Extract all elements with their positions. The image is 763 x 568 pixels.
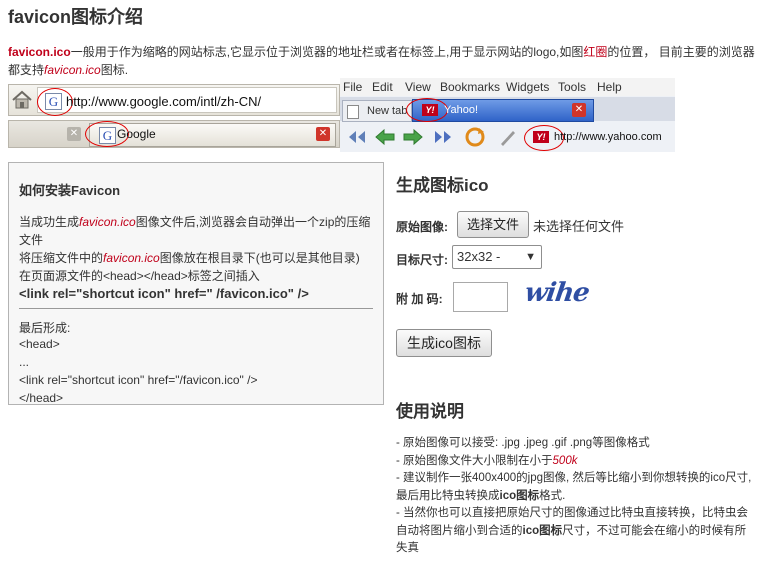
usage-line-4: - 当然你也可以直接把原始尺寸的图像通过比特虫直接转换，比特虫会自动将图片缩小到… (396, 505, 752, 558)
intro-favicon-term: favicon.ico (8, 45, 71, 59)
yahoo-tab-close-icon: ✕ (572, 103, 586, 117)
captcha-image[interactable]: wihe (523, 278, 591, 308)
install-instructions-box: 如何安装Favicon 当成功生成favicon.ico图像文件后,浏览器会自动… (8, 162, 384, 405)
usage-title: 使用说明 (396, 402, 464, 421)
chevron-down-icon: ▼ (525, 251, 536, 263)
install-link-tag: <link rel="shortcut icon" href=" /favico… (19, 286, 309, 301)
install-code-line: <link rel="shortcut icon" href="/favicon… (19, 373, 258, 387)
forward-arrow-icon (403, 128, 423, 146)
usage-line3-bold: ico图标 (499, 489, 540, 502)
fast-forward-icon (435, 131, 451, 143)
generate-ico-button[interactable]: 生成ico图标 (396, 329, 492, 357)
install-line1-file: favicon.ico (79, 215, 136, 229)
target-size-label: 目标尺寸: (396, 253, 448, 267)
intro-text-3: 图标. (100, 63, 129, 77)
install-line-3: 在页面源文件的<head></head>标签之间插入 (19, 269, 260, 283)
home-icon (11, 89, 33, 111)
install-divider (19, 308, 373, 309)
google-address-bar: G http://www.google.com/intl/zh-CN/ (8, 84, 340, 116)
install-line2-file: favicon.ico (103, 251, 160, 265)
generator-title: 生成图标ico (396, 176, 489, 195)
back-back-icon (349, 131, 365, 143)
menu-bar: File Edit View Bookmarks Widgets Tools H… (340, 78, 675, 96)
menu-view: View (405, 80, 431, 94)
usage-size-limit: 500k (552, 454, 578, 467)
usage-line-2: - 原始图像文件大小限制在小于500k (396, 453, 752, 471)
edit-pen-icon (501, 131, 515, 146)
usage-line3-end: 格式. (539, 489, 566, 502)
install-line1-b: 图像文件后,浏览器会自动弹出一个zip的压缩 (135, 215, 371, 229)
usage-line2-text: - 原始图像文件大小限制在小于 (396, 454, 553, 467)
intro-paragraph: favicon.ico一般用于作为缩略的网站标志,它显示位于浏览器的地址栏或者在… (8, 43, 758, 79)
menu-widgets: Widgets (506, 80, 550, 94)
page-title: favicon图标介绍 (8, 7, 144, 27)
new-tab-label: New tab (367, 105, 408, 117)
yahoo-browser-screenshot: File Edit View Bookmarks Widgets Tools H… (340, 78, 675, 152)
install-title: 如何安装Favicon (19, 183, 121, 198)
choose-file-button[interactable]: 选择文件 (457, 211, 529, 238)
install-code-line: ... (19, 355, 30, 369)
install-line-1c: 文件 (19, 233, 44, 247)
install-line2-b: 图像放在根目录下(也可以是其他目录) (159, 251, 360, 265)
menu-tools: Tools (558, 80, 587, 94)
captcha-label: 附 加 码: (396, 292, 443, 306)
google-browser-screenshot: G http://www.google.com/intl/zh-CN/ ✕ G … (8, 80, 340, 148)
captcha-input[interactable] (453, 282, 508, 312)
tab-close-red-icon: ✕ (316, 127, 330, 141)
usage-line3-text: - 建议制作一张400x400的jpg图像, 然后等比缩小到你想转换的ico尺寸… (396, 472, 752, 502)
intro-file-term: favicon.ico (44, 63, 101, 77)
google-url-text: http://www.google.com/intl/zh-CN/ (66, 94, 262, 109)
menu-edit: Edit (372, 80, 393, 94)
install-code-line: <head> (19, 337, 60, 351)
usage-line4-bold: ico图标 (522, 524, 563, 537)
reload-icon (465, 127, 485, 147)
yahoo-tab-highlight-circle (406, 98, 448, 122)
target-size-value: 32x32 - (457, 249, 501, 264)
intro-text-1: 一般用于作为缩略的网站标志,它显示位于浏览器的地址栏或者在标签上,用于显示网站的… (70, 45, 584, 59)
menu-help: Help (597, 80, 622, 94)
original-image-label: 原始图像: (396, 220, 448, 234)
back-arrow-icon (375, 128, 395, 146)
intro-red-circle-text: 红圈 (583, 45, 608, 59)
new-tab-page-icon (347, 105, 359, 119)
google-tab-title: Google (117, 127, 156, 141)
yahoo-toolbar: Y! http://www.yahoo.com (340, 123, 675, 151)
yahoo-tab-strip: New tab Y! Yahoo! ✕ (340, 97, 675, 122)
install-code-line: </head> (19, 391, 64, 405)
install-result-label: 最后形成: (19, 321, 71, 335)
target-size-select[interactable]: 32x32 - ▼ (452, 245, 542, 269)
google-tab-strip: ✕ G Google ✕ (8, 120, 340, 148)
menu-bookmarks: Bookmarks (440, 80, 501, 94)
yahoo-url-text: http://www.yahoo.com (554, 131, 662, 143)
usage-list: - 原始图像可以接受: .jpg .jpeg .gif .png等图像格式 - … (396, 435, 752, 558)
yahoo-tab-title: Yahoo! (444, 104, 479, 116)
tab-close-gray-icon: ✕ (67, 127, 81, 141)
install-line1-a: 当成功生成 (19, 215, 80, 229)
install-line2-a: 将压缩文件中的 (19, 251, 104, 265)
no-file-text: 未选择任何文件 (533, 219, 625, 234)
usage-line-1: - 原始图像可以接受: .jpg .jpeg .gif .png等图像格式 (396, 437, 650, 449)
install-line-1: 当成功生成favicon.ico图像文件后,浏览器会自动弹出一个zip的压缩 (19, 213, 370, 230)
menu-file: File (343, 80, 363, 94)
usage-line-3: - 建议制作一张400x400的jpg图像, 然后等比缩小到你想转换的ico尺寸… (396, 470, 752, 505)
install-line-2: 将压缩文件中的favicon.ico图像放在根目录下(也可以是其他目录) (19, 249, 360, 266)
